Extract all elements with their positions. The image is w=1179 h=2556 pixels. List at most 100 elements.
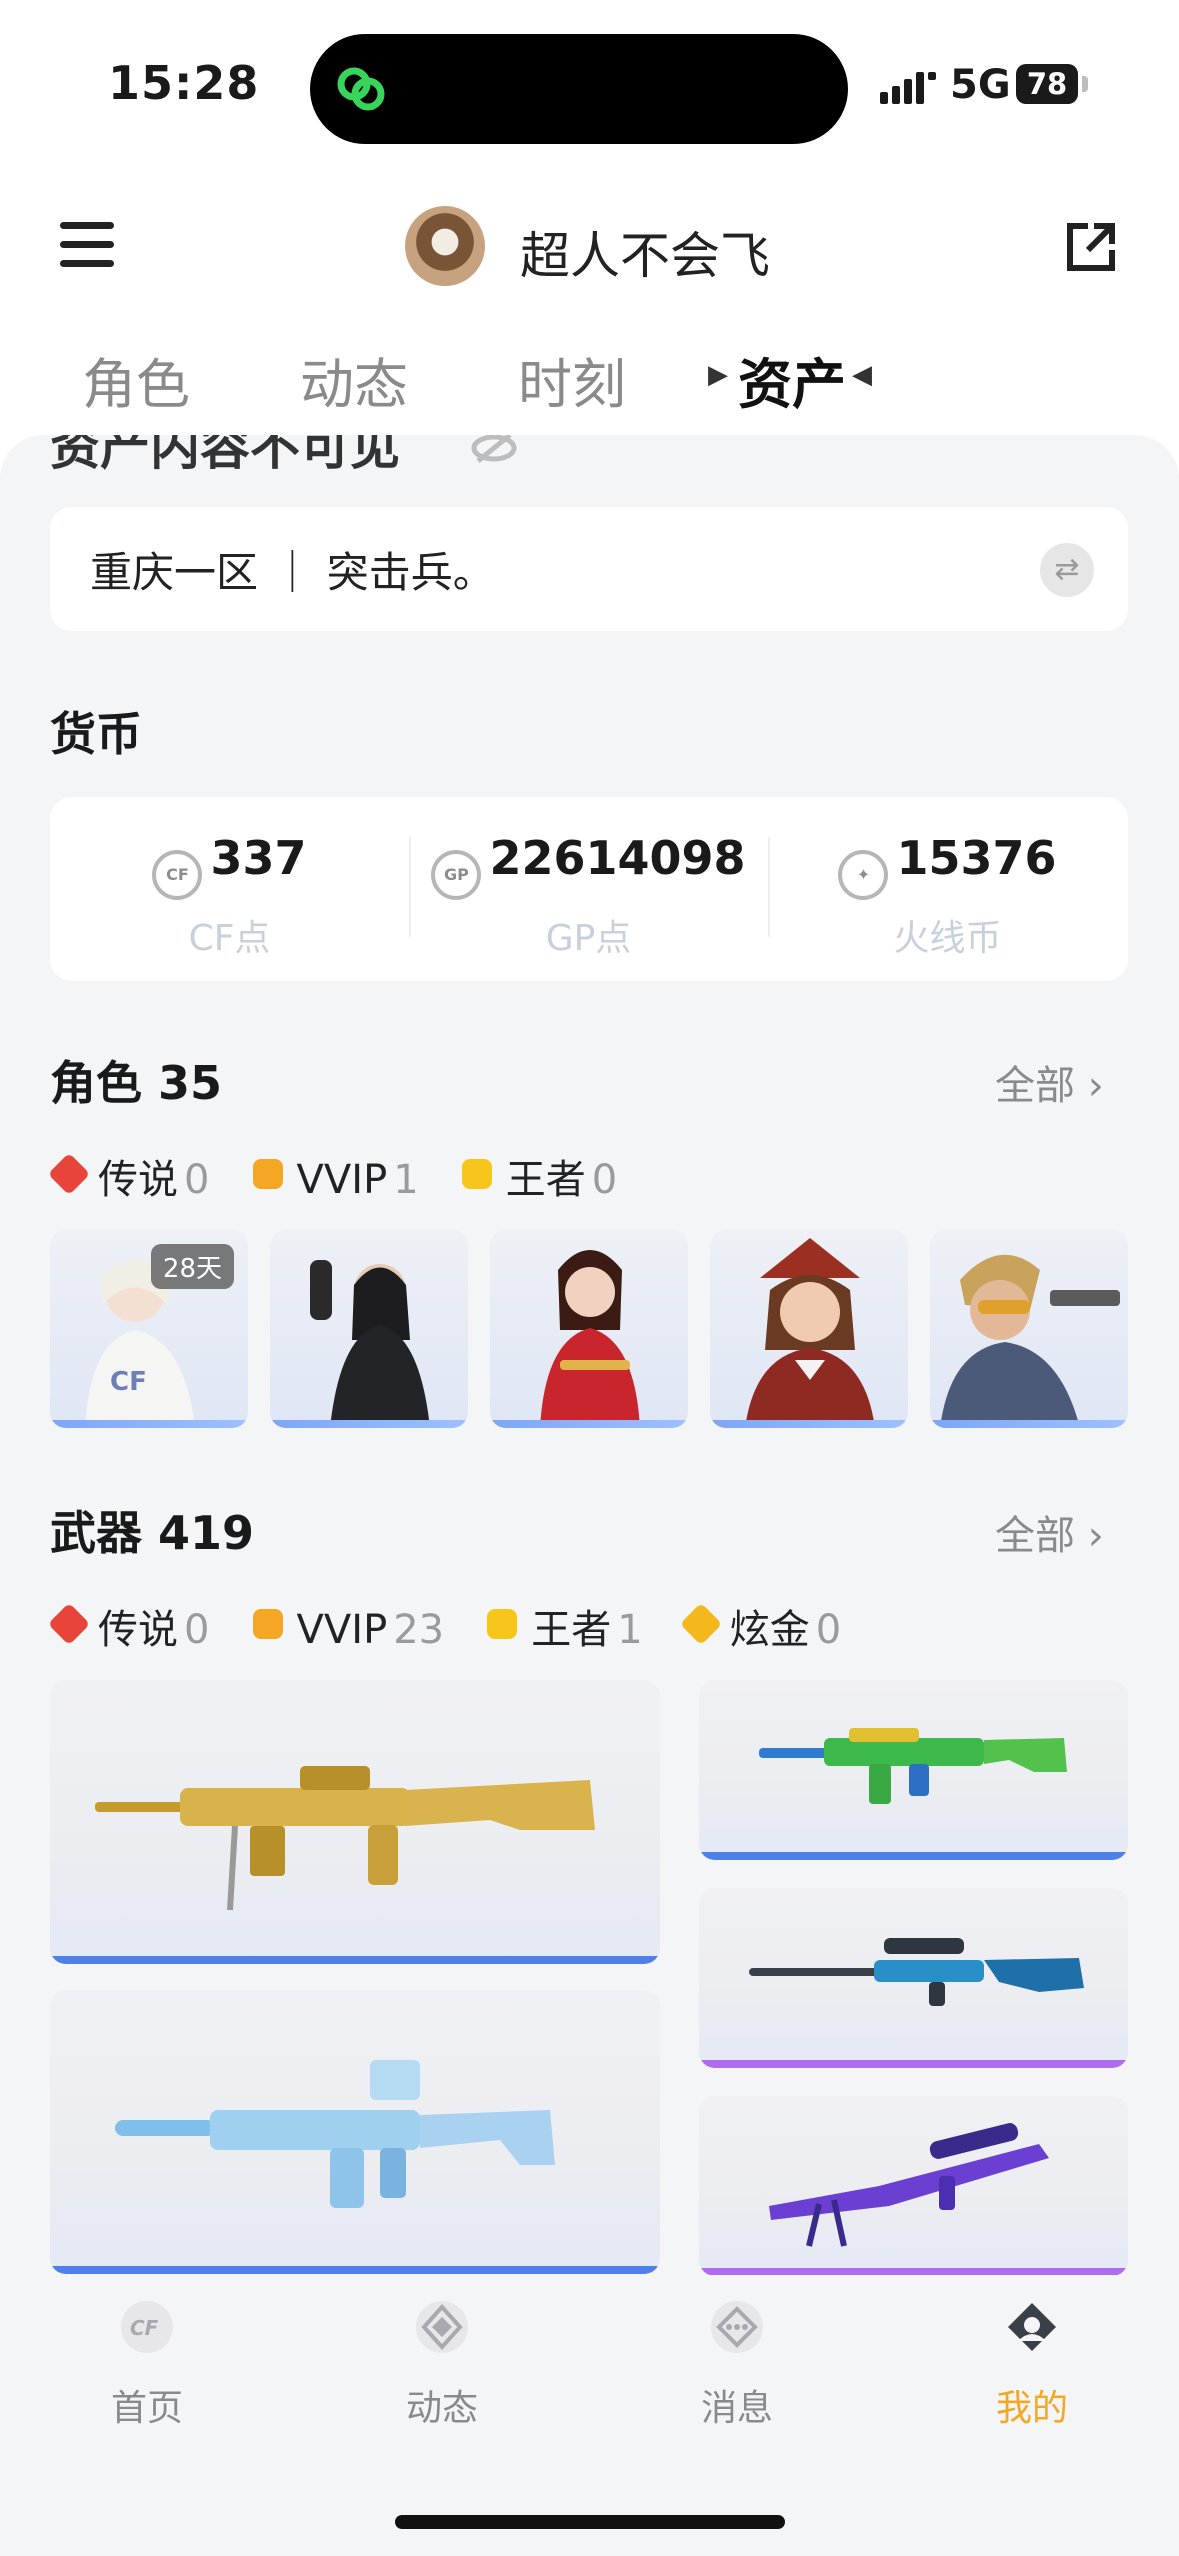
assets-content: 资产内容不可见 重庆一区 ｜ 突击兵。 ⇄ 货币 CF 337 CF点 GP 226… [0,435,1179,2275]
characters-all-link[interactable]: 全部 › [995,1053,1104,1111]
rarity-count: 23 [393,1607,445,1653]
home-icon: CF [121,2301,173,2353]
rarity-label: VVIP [296,1607,388,1653]
purple-sniper-image [769,2123,1049,2247]
tab-moments[interactable]: 时刻 [518,340,626,419]
legend-gem-icon [47,1152,91,1196]
duration-badge: 28天 [150,1244,234,1289]
vvip-gem-icon [252,1159,283,1189]
gp-coin-icon: GP [431,850,482,900]
weapon-rarity-filters: 传说 0 VVIP 23 王者 1 炫金 0 [47,1597,875,1653]
weapon-card-ice-rifle[interactable] [50,1990,660,2274]
profile-icon [1008,2303,1056,2351]
gp-points-value: 22614098 [489,831,746,885]
officer-character-image [745,1238,875,1428]
nav-home[interactable]: CF 首页 [47,2297,247,2431]
weapons-all-link[interactable]: 全部 › [995,1503,1104,1561]
tab-roles[interactable]: 角色 [82,340,190,419]
rarity-gold[interactable]: 炫金 0 [679,1597,842,1655]
character-card-5[interactable] [930,1230,1128,1428]
red-dress-character-image [540,1250,640,1428]
nav-profile-label: 我的 [995,2388,1068,2429]
menu-icon[interactable] [60,222,114,268]
rarity-vvip[interactable]: VVIP 1 [249,1157,419,1203]
characters-title: 角色 35 [50,1056,223,1110]
nav-messages[interactable]: 消息 [637,2297,837,2431]
weapons-title: 武器 419 [50,1506,255,1560]
legend-gem-icon [47,1602,91,1646]
rarity-vvip[interactable]: VVIP 23 [249,1607,445,1653]
rarity-king[interactable]: 王者 1 [483,1597,643,1655]
nav-home-label: 首页 [110,2388,183,2429]
link-app-icon [337,67,385,111]
svg-text:CF: CF [110,1367,147,1397]
character-list: CF 28天 [50,1230,1179,1428]
nav-activity-label: 动态 [405,2388,478,2429]
cf-points-value: 337 [210,831,307,885]
weapon-card-purple-sniper[interactable] [699,2096,1128,2275]
rarity-legend[interactable]: 传说 0 [47,1147,210,1205]
rarity-bar [710,1420,908,1428]
king-gem-icon [461,1159,492,1189]
black-suit-character-image [310,1260,430,1428]
weapon-card-blue-sniper[interactable] [699,1888,1128,2068]
rarity-label: 王者 [505,1157,586,1203]
blue-sniper-image [749,1938,1084,2006]
character-card-4[interactable] [710,1230,908,1428]
chevron-right-icon: › [1087,1063,1104,1109]
gold-machine-gun-image [95,1766,595,1911]
signal-icon [880,72,936,104]
rarity-bar [50,1956,660,1964]
svg-text:CF: CF [130,2316,159,2340]
server-text: 重庆一区 ｜ 突击兵。 [90,548,495,597]
rarity-count: 1 [617,1607,643,1653]
rarity-label: VVIP [296,1157,388,1203]
weapons-all-label: 全部 [995,1513,1075,1559]
ice-rifle-image [115,2060,555,2208]
rarity-bar [930,1420,1128,1428]
currency-card: CF 337 CF点 GP 22614098 GP点 ✦ 15376 火线币 [50,797,1128,981]
character-card-3[interactable] [490,1230,688,1428]
battery-level: 78 [1016,64,1078,104]
rarity-bar [270,1420,468,1428]
character-card-2[interactable] [270,1230,468,1428]
rarity-count: 0 [591,1157,618,1203]
tab-assets[interactable]: 资产 [738,340,846,419]
rarity-legend[interactable]: 传说 0 [47,1597,210,1655]
rarity-label: 王者 [531,1607,612,1653]
character-rarity-filters: 传说 0 VVIP 1 王者 0 [47,1147,651,1203]
weapon-card-green-rifle[interactable] [699,1680,1128,1860]
rarity-bar [490,1420,688,1428]
nav-activity[interactable]: 动态 [342,2297,542,2431]
cf-currency-icon: ✦ [838,850,889,900]
tab-activity[interactable]: 动态 [300,340,408,419]
tab-arrow-right-icon: ◀ [852,360,872,390]
rarity-count: 0 [815,1607,842,1653]
rarity-bar [50,2266,660,2274]
share-icon[interactable] [1064,220,1118,274]
rarity-count: 0 [184,1157,210,1203]
rarity-count: 1 [393,1157,419,1203]
cf-coin-icon: CF [152,850,203,900]
chevron-right-icon: › [1087,1513,1104,1559]
cf-points-label: CF点 [188,918,271,959]
assets-visibility-notice: 资产内容不可见 [50,435,400,476]
status-bar: 15:28 5G 78 [0,0,1179,170]
rarity-count: 0 [184,1607,210,1653]
eye-hidden-icon [471,435,517,463]
currency-cf-coin: ✦ 15376 火线币 [768,797,1127,981]
currency-title: 货币 [50,707,142,761]
rarity-king[interactable]: 王者 0 [458,1147,617,1205]
nav-profile[interactable]: 我的 [932,2297,1132,2431]
green-rifle-image [759,1728,1067,1804]
rarity-bar [699,2268,1128,2275]
switch-icon[interactable]: ⇄ [1040,543,1094,597]
server-selector[interactable]: 重庆一区 ｜ 突击兵。 ⇄ [50,507,1128,631]
gold-gem-icon [679,1602,722,1646]
character-card-1[interactable]: CF 28天 [50,1230,248,1428]
characters-all-label: 全部 [995,1063,1075,1109]
rarity-label: 传说 [98,1607,178,1653]
weapon-card-gold-mg[interactable] [50,1680,660,1964]
avatar[interactable] [405,206,485,286]
tab-arrow-left-icon: ▶ [708,360,728,390]
